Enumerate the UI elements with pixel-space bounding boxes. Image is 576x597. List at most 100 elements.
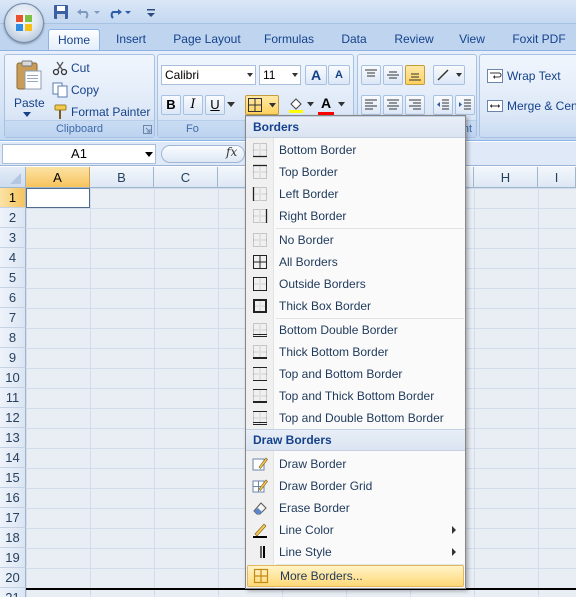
name-box[interactable]: A1: [2, 144, 156, 164]
font-size-combo[interactable]: 11: [259, 65, 301, 85]
top-and-thick-bottom-border-item[interactable]: Top and Thick Bottom Border: [246, 385, 465, 407]
thick-bottom-border-item[interactable]: Thick Bottom Border: [246, 341, 465, 363]
right-border-item[interactable]: Right Border: [246, 205, 465, 227]
bold-button[interactable]: B: [161, 95, 181, 115]
row-header-4[interactable]: 4: [0, 248, 26, 268]
font-name-combo[interactable]: Calibri: [161, 65, 256, 85]
left-border-item[interactable]: Left Border: [246, 183, 465, 205]
row-header-10[interactable]: 10: [0, 368, 26, 388]
column-header-h[interactable]: H: [474, 167, 538, 188]
merge-center-icon[interactable]: [487, 98, 503, 114]
underline-button[interactable]: U: [205, 95, 225, 115]
merge-center-label[interactable]: Merge & Cen: [507, 99, 576, 113]
paste-icon[interactable]: [14, 59, 44, 91]
column-header-c[interactable]: C: [154, 167, 218, 188]
tab-review[interactable]: Review: [388, 29, 440, 50]
insert-function-icon[interactable]: fx: [226, 145, 237, 159]
redo-dropdown-icon[interactable]: [124, 4, 132, 20]
borders-button[interactable]: [245, 95, 279, 115]
decrease-indent-button[interactable]: [433, 95, 453, 115]
draw-border-item[interactable]: Draw Border: [246, 453, 465, 475]
tab-data[interactable]: Data: [334, 29, 374, 50]
tab-foxit-pdf[interactable]: Foxit PDF: [504, 29, 574, 50]
erase-border-item[interactable]: Erase Border: [246, 497, 465, 519]
tab-home[interactable]: Home: [48, 29, 100, 50]
column-header-b[interactable]: B: [90, 167, 154, 188]
font-color-button[interactable]: A: [321, 95, 331, 111]
cut-label[interactable]: Cut: [71, 61, 90, 75]
row-header-7[interactable]: 7: [0, 308, 26, 328]
tab-page-layout[interactable]: Page Layout: [168, 29, 246, 50]
top-and-double-bottom-border-item[interactable]: Top and Double Bottom Border: [246, 407, 465, 429]
bottom-double-border-item[interactable]: Bottom Double Border: [246, 319, 465, 341]
chevron-down-icon[interactable]: [292, 73, 298, 77]
orientation-button[interactable]: [433, 65, 465, 85]
paste-dropdown-icon[interactable]: [23, 112, 31, 118]
draw-border-grid-item[interactable]: Draw Border Grid: [246, 475, 465, 497]
align-top-button[interactable]: [361, 65, 381, 85]
format-painter-icon[interactable]: [52, 104, 68, 120]
row-header-11[interactable]: 11: [0, 388, 26, 408]
save-icon[interactable]: [53, 4, 69, 20]
row-header-18[interactable]: 18: [0, 528, 26, 548]
row-header-5[interactable]: 5: [0, 268, 26, 288]
column-header-i[interactable]: I: [538, 167, 576, 188]
align-left-button[interactable]: [361, 95, 381, 115]
row-header-9[interactable]: 9: [0, 348, 26, 368]
format-painter-label[interactable]: Format Painter: [71, 105, 150, 119]
row-header-19[interactable]: 19: [0, 548, 26, 568]
chevron-down-icon[interactable]: [247, 73, 253, 77]
row-header-21[interactable]: 21: [0, 588, 26, 597]
thick-box-border-item[interactable]: Thick Box Border: [246, 295, 465, 317]
active-cell[interactable]: [26, 188, 90, 208]
all-borders-item[interactable]: All Borders: [246, 251, 465, 273]
row-header-17[interactable]: 17: [0, 508, 26, 528]
wrap-text-label[interactable]: Wrap Text: [507, 69, 561, 83]
row-header-14[interactable]: 14: [0, 448, 26, 468]
undo-dropdown-icon[interactable]: [93, 4, 101, 20]
underline-dropdown-icon[interactable]: [227, 102, 235, 108]
row-header-3[interactable]: 3: [0, 228, 26, 248]
tab-formulas[interactable]: Formulas: [258, 29, 320, 50]
shrink-font-button[interactable]: A: [328, 65, 350, 85]
line-color-item[interactable]: Line Color: [246, 519, 465, 541]
bottom-border-item[interactable]: Bottom Border: [246, 139, 465, 161]
select-all-button[interactable]: [0, 167, 26, 188]
increase-indent-button[interactable]: [455, 95, 475, 115]
align-middle-button[interactable]: [383, 65, 403, 85]
undo-icon[interactable]: [76, 4, 92, 20]
chevron-down-icon[interactable]: [338, 102, 345, 107]
customize-qat-icon[interactable]: [146, 4, 156, 20]
align-bottom-button[interactable]: [405, 65, 425, 85]
column-header-a[interactable]: A: [26, 167, 90, 188]
grow-font-button[interactable]: A: [305, 65, 327, 85]
copy-label[interactable]: Copy: [71, 83, 99, 97]
row-header-2[interactable]: 2: [0, 208, 26, 228]
wrap-text-icon[interactable]: [487, 68, 503, 84]
copy-icon[interactable]: [52, 82, 68, 98]
top-and-bottom-border-item[interactable]: Top and Bottom Border: [246, 363, 465, 385]
outside-borders-item[interactable]: Outside Borders: [246, 273, 465, 295]
tab-view[interactable]: View: [452, 29, 492, 50]
row-header-16[interactable]: 16: [0, 488, 26, 508]
tab-insert[interactable]: Insert: [108, 29, 154, 50]
dialog-launcher-icon[interactable]: [143, 125, 152, 134]
row-header-12[interactable]: 12: [0, 408, 26, 428]
italic-button[interactable]: I: [183, 95, 203, 115]
redo-icon[interactable]: [107, 4, 123, 20]
fill-color-icon[interactable]: [288, 97, 304, 113]
chevron-down-icon[interactable]: [269, 103, 276, 108]
no-border-item[interactable]: No Border: [246, 229, 465, 251]
row-header-13[interactable]: 13: [0, 428, 26, 448]
top-border-item[interactable]: Top Border: [246, 161, 465, 183]
align-right-button[interactable]: [405, 95, 425, 115]
row-header-1[interactable]: 1: [0, 188, 26, 208]
office-button[interactable]: [4, 3, 44, 43]
row-header-6[interactable]: 6: [0, 288, 26, 308]
chevron-down-icon[interactable]: [145, 152, 153, 157]
align-center-button[interactable]: [383, 95, 403, 115]
cut-icon[interactable]: [52, 60, 68, 76]
row-header-20[interactable]: 20: [0, 568, 26, 588]
line-style-item[interactable]: Line Style: [246, 541, 465, 563]
paste-label[interactable]: Paste: [14, 96, 45, 110]
